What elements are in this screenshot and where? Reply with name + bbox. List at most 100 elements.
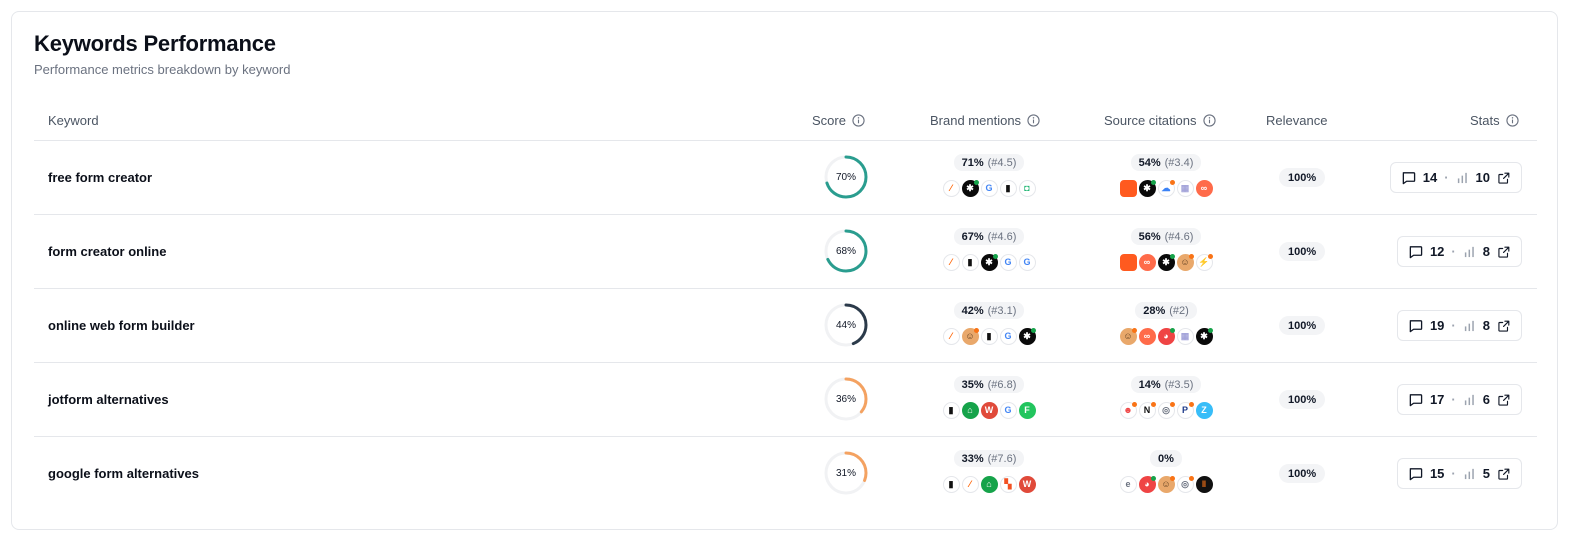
- separator-dot: ·: [1444, 170, 1449, 185]
- stats-button[interactable]: 17 · 6: [1396, 384, 1522, 415]
- column-header-source-citations[interactable]: Source citations: [1104, 113, 1216, 128]
- keyword-text: jotform alternatives: [48, 392, 169, 407]
- column-header-score[interactable]: Score: [812, 113, 865, 128]
- table-row[interactable]: free form creator 70% 71% (#4.5) ⁄ ✱ G ▮ ◘ 5…: [34, 141, 1537, 215]
- source-icons: e ◕ ☺ ◎ ‖: [1119, 476, 1213, 493]
- status-dot: [1207, 254, 1213, 259]
- brand-mentions-pill: 67% (#4.6): [953, 228, 1025, 245]
- status-dot: [1169, 180, 1175, 185]
- relevance-badge: 100%: [1279, 242, 1326, 261]
- score-ring: 44%: [824, 303, 868, 347]
- brand-mentions-pct: 35%: [961, 378, 984, 391]
- status-dot: [992, 254, 998, 259]
- brand-mentions-pct: 71%: [961, 156, 984, 169]
- source-citations-rank: (#3.4): [1164, 156, 1194, 169]
- info-icon[interactable]: [1027, 114, 1040, 127]
- status-dot: [1188, 402, 1194, 407]
- external-link-icon[interactable]: [1497, 245, 1511, 259]
- source-citations-pill: 56% (#4.6): [1130, 228, 1202, 245]
- source-citations-cell: 28% (#2) ☺ ∞ ◕ ▦ ✱: [1119, 302, 1213, 345]
- comment-icon: [1409, 246, 1423, 259]
- brand-mentions-rank: (#4.6): [987, 230, 1017, 243]
- microsoft-icon: ▚: [999, 476, 1017, 493]
- stats-button[interactable]: 12 · 8: [1396, 236, 1522, 267]
- asterisk-icon: ✱: [1195, 328, 1213, 345]
- column-label: Relevance: [1266, 113, 1328, 128]
- comment-icon: [1409, 394, 1423, 407]
- source-citations-cell: 54% (#3.4) ✱ ☁ ▦ ∞: [1119, 154, 1213, 197]
- brand-mentions-cell: 33% (#7.6) ▮ ⁄ ⌂ ▚ W: [942, 450, 1036, 493]
- jotform-icon: ⁄: [942, 328, 960, 345]
- status-dot: [1030, 328, 1036, 333]
- grid-icon: ▦: [1176, 180, 1194, 197]
- status-dot: [1131, 402, 1137, 407]
- pie-icon: ◕: [1157, 328, 1175, 345]
- keyword-text: google form alternatives: [48, 466, 199, 481]
- info-icon[interactable]: [1202, 114, 1216, 127]
- brand-mentions-cell: 42% (#3.1) ⁄ ☺ ▮ G ✱: [942, 302, 1036, 345]
- bar-chart-icon: [1464, 394, 1474, 406]
- status-dot: [1131, 328, 1137, 333]
- source-citations-cell: 0% e ◕ ☺ ◎ ‖: [1119, 450, 1213, 493]
- cloud-icon: ☁: [1157, 180, 1175, 197]
- source-icons: ☺ ∞ ◕ ▦ ✱: [1119, 328, 1213, 345]
- external-link-icon[interactable]: [1497, 171, 1511, 185]
- status-dot: [973, 328, 979, 333]
- separator-dot: ·: [1451, 244, 1456, 259]
- table-row[interactable]: jotform alternatives 36% 35% (#6.8) ▮ ⌂ W G…: [34, 363, 1537, 437]
- external-link-icon[interactable]: [1497, 467, 1511, 481]
- source-citations-pill: 0%: [1150, 450, 1182, 467]
- google-icon: G: [999, 328, 1017, 345]
- asterisk-icon: ✱: [961, 180, 979, 197]
- brand-mentions-rank: (#4.5): [987, 156, 1017, 169]
- search-icon: ◎: [1157, 402, 1175, 419]
- column-header-keyword[interactable]: Keyword: [48, 113, 99, 128]
- mentions-count: 5: [1482, 466, 1490, 481]
- comments-count: 12: [1429, 244, 1445, 259]
- stats-button[interactable]: 15 · 5: [1396, 458, 1522, 489]
- brand-icons: ⁄ ☺ ▮ G ✱: [942, 328, 1036, 345]
- page-subtitle: Performance metrics breakdown by keyword: [34, 62, 291, 77]
- bar-chart-icon: [1464, 246, 1474, 258]
- column-header-stats[interactable]: Stats: [1470, 113, 1519, 128]
- source-citations-pill: 14% (#3.5): [1130, 376, 1202, 393]
- external-link-icon[interactable]: [1497, 393, 1511, 407]
- column-header-relevance[interactable]: Relevance: [1266, 113, 1327, 128]
- infinity-icon: ∞: [1195, 180, 1213, 197]
- score-value: 44%: [835, 319, 856, 331]
- keywords-table: Keyword Score Brand mentions Source cita…: [34, 100, 1537, 511]
- status-dot: [1169, 254, 1175, 259]
- source-citations-pct: 14%: [1138, 378, 1161, 391]
- info-icon[interactable]: [852, 114, 865, 127]
- stats-button[interactable]: 19 · 8: [1396, 310, 1522, 341]
- asterisk-icon: ✱: [980, 254, 998, 271]
- relevance-badge: 100%: [1279, 390, 1326, 409]
- asterisk-icon: ✱: [1138, 180, 1156, 197]
- avatar-icon: ☺: [1119, 328, 1137, 345]
- brand-mentions-pill: 71% (#4.5): [953, 154, 1025, 171]
- keyword-text: online web form builder: [48, 318, 195, 333]
- google-icon: G: [999, 254, 1017, 271]
- score-ring: 31%: [824, 451, 868, 495]
- typeform-icon: ▮: [942, 476, 960, 493]
- info-icon[interactable]: [1505, 114, 1519, 127]
- status-dot: [1188, 254, 1194, 259]
- asterisk-icon: ✱: [1018, 328, 1036, 345]
- mentions-count: 8: [1482, 318, 1490, 333]
- typeform-icon: ▮: [999, 180, 1017, 197]
- external-link-icon[interactable]: [1497, 319, 1511, 333]
- table-row[interactable]: google form alternatives 31% 33% (#7.6) …: [34, 437, 1537, 511]
- source-citations-rank: (#2): [1169, 304, 1189, 317]
- avatar-icon: ☺: [961, 328, 979, 345]
- brand-mentions-cell: 35% (#6.8) ▮ ⌂ W G F: [942, 376, 1036, 419]
- table-row[interactable]: online web form builder 44% 42% (#3.1) ⁄…: [34, 289, 1537, 363]
- status-dot: [1169, 402, 1175, 407]
- comment-icon: [1409, 468, 1423, 481]
- brand-icons: ⁄ ▮ ✱ G G: [942, 254, 1036, 271]
- column-header-brand-mentions[interactable]: Brand mentions: [930, 113, 1040, 128]
- stats-button[interactable]: 14 · 10: [1389, 162, 1522, 193]
- table-row[interactable]: form creator online 68% 67% (#4.6) ⁄ ▮ ✱ G G…: [34, 215, 1537, 289]
- bar-chart-icon: [1464, 320, 1474, 332]
- mentions-count: 8: [1482, 244, 1490, 259]
- column-label: Stats: [1470, 113, 1500, 128]
